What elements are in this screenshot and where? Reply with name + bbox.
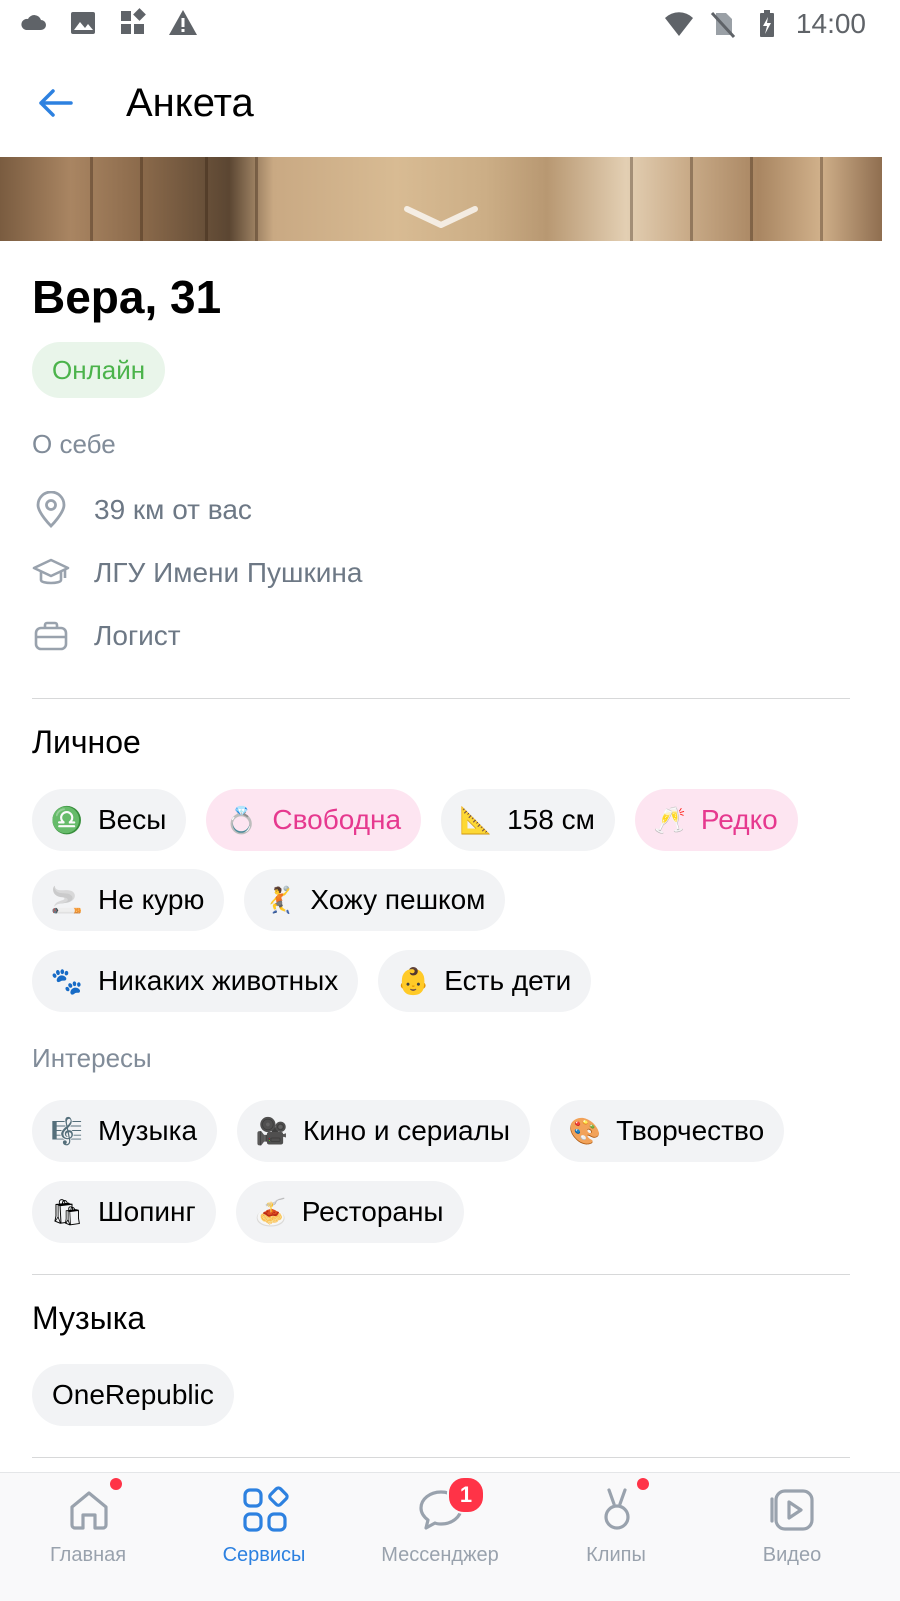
palette-icon: 🎨 <box>568 1116 602 1146</box>
chip-pets[interactable]: 🐾 Никаких животных <box>32 950 359 1012</box>
nav-label: Видео <box>762 1544 822 1566</box>
chip-label: Творчество <box>616 1115 765 1146</box>
handball-icon: 🤾 <box>263 885 296 915</box>
video-icon <box>770 1489 814 1531</box>
music-chip-row: OneRepublic <box>32 1364 234 1426</box>
musical-score-icon: 🎼 <box>50 1116 84 1146</box>
nav-item-services[interactable]: Сервисы <box>179 1473 349 1601</box>
chip-artist[interactable]: OneRepublic <box>32 1364 234 1426</box>
back-button[interactable] <box>30 78 80 128</box>
chip-label: 158 см <box>507 804 595 835</box>
section-title-music: Музыка <box>32 1300 146 1336</box>
info-row-education: ЛГУ Имени Пушкина <box>32 553 362 593</box>
status-bar: 14:00 <box>0 0 900 50</box>
profile-name: Вера, 31 <box>32 271 222 323</box>
triangle-ruler-icon: 📐 <box>459 805 493 835</box>
no-sim-icon <box>710 11 736 39</box>
chip-interest-movies[interactable]: 🎥 Кино и сериалы <box>237 1100 531 1162</box>
divider <box>32 698 850 699</box>
online-status-badge: Онлайн <box>32 342 166 398</box>
spaghetti-icon: 🍝 <box>254 1197 287 1227</box>
chip-label: OneRepublic <box>52 1379 214 1410</box>
cigarette-icon: 🚬 <box>50 885 84 915</box>
clips-icon <box>604 1488 630 1530</box>
champagne-icon: 🥂 <box>653 805 687 835</box>
unread-badge: 1 <box>447 1476 485 1514</box>
nav-item-clips[interactable]: Клипы <box>531 1473 701 1601</box>
profile-photo[interactable] <box>0 157 882 241</box>
page-title: Анкета <box>126 81 254 125</box>
home-icon <box>70 1491 108 1530</box>
wifi-icon <box>664 12 693 37</box>
chip-label: Хожу пешком <box>310 884 486 915</box>
section-title-personal: Личное <box>32 724 141 760</box>
divider <box>32 1274 850 1275</box>
chip-label: Есть дети <box>444 965 572 996</box>
chip-label: Рестораны <box>301 1196 444 1227</box>
chip-zodiac[interactable]: ♎ Весы <box>32 789 187 851</box>
interests-chip-row: 🎼 Музыка 🎥 Кино и сериалы 🎨 Творчество <box>32 1100 785 1162</box>
chip-activity[interactable]: 🤾 Хожу пешком <box>244 869 506 931</box>
nav-label: Клипы <box>586 1544 646 1566</box>
notification-dot <box>110 1478 122 1490</box>
chip-label: Не курю <box>98 884 205 915</box>
about-label: О себе <box>32 429 116 459</box>
chevron-down-icon[interactable] <box>403 203 479 231</box>
distance-text: 39 км от вас <box>94 494 252 525</box>
chip-label: Никаких животных <box>98 965 339 996</box>
chip-children[interactable]: 👶 Есть дети <box>378 950 592 1012</box>
widgets-icon <box>121 8 146 34</box>
chip-interest-shopping[interactable]: 🛍 Шопинг <box>32 1181 216 1243</box>
chip-label: Шопинг <box>98 1196 196 1227</box>
interests-label: Интересы <box>32 1043 152 1073</box>
education-text: ЛГУ Имени Пушкина <box>94 557 363 588</box>
ring-icon: 💍 <box>225 805 258 835</box>
nav-item-home[interactable]: Главная <box>3 1473 173 1601</box>
chip-label: Редко <box>700 804 778 835</box>
chip-label: Весы <box>98 804 167 835</box>
briefcase-icon <box>34 621 68 651</box>
graduation-cap-icon <box>32 558 70 585</box>
movie-camera-icon: 🎥 <box>255 1116 289 1146</box>
shopping-bags-icon: 🛍 <box>50 1197 84 1227</box>
chip-label: Кино и сериалы <box>303 1115 511 1146</box>
chip-smoking[interactable]: 🚬 Не курю <box>32 869 225 931</box>
app-header: Анкета <box>0 50 900 156</box>
nav-item-video[interactable]: Видео <box>707 1473 877 1601</box>
chip-interest-creativity[interactable]: 🎨 Творчество <box>550 1100 785 1162</box>
personal-chip-row: ♎ Весы 💍 Свободна 📐 158 см 🥂 Редко <box>32 789 798 851</box>
cloud-icon <box>21 15 46 30</box>
status-time: 14:00 <box>795 8 866 39</box>
nav-item-messenger[interactable]: 1 Мессенджер <box>355 1473 525 1601</box>
libra-icon: ♎ <box>50 805 84 835</box>
baby-icon: 👶 <box>397 966 430 996</box>
image-icon <box>71 12 95 34</box>
nav-label: Мессенджер <box>381 1544 499 1566</box>
battery-charging-icon <box>759 10 774 37</box>
nav-label: Сервисы <box>222 1544 306 1566</box>
chip-label: Свободна <box>272 804 402 835</box>
chip-interest-music[interactable]: 🎼 Музыка <box>32 1100 218 1162</box>
location-pin-icon <box>36 491 66 528</box>
paw-prints-icon: 🐾 <box>50 966 84 996</box>
services-icon <box>243 1486 289 1532</box>
personal-chip-row: 🐾 Никаких животных 👶 Есть дети <box>32 950 592 1012</box>
info-row-distance: 39 км от вас <box>32 490 252 530</box>
chip-alcohol[interactable]: 🥂 Редко <box>634 789 798 851</box>
chip-height[interactable]: 📐 158 см <box>441 789 615 851</box>
chip-label: Музыка <box>98 1115 198 1146</box>
chip-interest-restaurants[interactable]: 🍝 Рестораны <box>235 1181 464 1243</box>
bottom-navigation: Главная Сервисы 1 Мессенджер Клипы Видео <box>0 1472 900 1601</box>
info-row-job: Логист <box>32 616 181 656</box>
job-text: Логист <box>94 620 181 651</box>
personal-chip-row: 🚬 Не курю 🤾 Хожу пешком <box>32 869 506 931</box>
nav-label: Главная <box>49 1544 127 1566</box>
notification-dot <box>637 1478 649 1490</box>
divider <box>32 1457 850 1458</box>
interests-chip-row: 🛍 Шопинг 🍝 Рестораны <box>32 1181 464 1243</box>
warning-icon <box>169 10 197 35</box>
chip-relationship[interactable]: 💍 Свободна <box>206 789 422 851</box>
arrow-left-icon <box>39 89 73 117</box>
